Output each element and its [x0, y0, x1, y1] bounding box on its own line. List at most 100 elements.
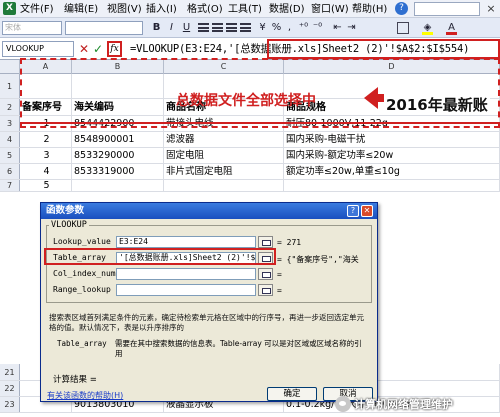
help-search-input[interactable]: [414, 2, 480, 16]
cell-c7[interactable]: [164, 180, 284, 191]
borders-icon[interactable]: [397, 22, 409, 34]
row-header[interactable]: 1: [0, 74, 20, 98]
menu-file[interactable]: 文件(F): [20, 3, 54, 16]
table-row: 3 1 8544422900 带接头电线 耐压80-1000V,11-22g: [0, 116, 500, 132]
fill-color-swatch: [422, 32, 433, 35]
table-row: 4 2 8548900001 滤波器 国内采购-电磁干扰: [0, 132, 500, 148]
font-color-icon[interactable]: A: [445, 21, 458, 35]
help-question-icon[interactable]: ?: [395, 2, 408, 15]
dialog-close-icon[interactable]: ✕: [361, 205, 373, 217]
cell-a4[interactable]: 2: [20, 132, 72, 147]
cell-d5[interactable]: 国内采购-额定功率≤20w: [284, 148, 500, 163]
formula-bar: VLOOKUP ✕ ✓ fx =VLOOKUP(E3:E24,'[总数据账册.x…: [0, 38, 500, 60]
ok-button[interactable]: 确定: [267, 387, 317, 401]
menu-format[interactable]: 格式(O): [187, 3, 223, 16]
range-lookup-input[interactable]: [116, 284, 256, 296]
collapse-dialog-icon[interactable]: [258, 268, 273, 280]
cell-b7[interactable]: [72, 180, 164, 191]
font-color-swatch: [446, 32, 457, 35]
cell-b4[interactable]: 8548900001: [72, 132, 164, 147]
underline-button[interactable]: U: [180, 21, 193, 35]
row-header[interactable]: 4: [0, 132, 20, 147]
row-header[interactable]: 21: [0, 364, 20, 380]
increase-indent-icon[interactable]: ⇥: [345, 21, 358, 35]
align-left-icon[interactable]: [198, 23, 209, 32]
menu-window[interactable]: 窗口(W): [311, 3, 349, 16]
cell-d4[interactable]: 国内采购-电磁干扰: [284, 132, 500, 147]
comma-button[interactable]: ,: [283, 21, 296, 35]
col-index-input[interactable]: [116, 268, 256, 280]
menu-bar: X 文件(F) 编辑(E) 视图(V) 插入(I) 格式(O) 工具(T) 数据…: [0, 0, 500, 18]
function-help-link[interactable]: 有关该函数的帮助(H): [47, 390, 123, 401]
excel-app-icon[interactable]: X: [3, 2, 16, 15]
menu-data[interactable]: 数据(D): [269, 3, 305, 16]
font-size-select[interactable]: [65, 21, 143, 35]
cell-a6[interactable]: 4: [20, 164, 72, 179]
enter-formula-icon[interactable]: ✓: [93, 41, 105, 57]
table-row: 5 3 8533290000 固定电阻 国内采购-额定功率≤20w: [0, 148, 500, 164]
row-header[interactable]: 5: [0, 148, 20, 163]
align-center-icon[interactable]: [212, 23, 223, 32]
function-description: 搜索表区域首列满足条件的元素，确定待检索单元格在区域中的行序号，再进一步返回选定…: [49, 313, 364, 332]
cell-c5[interactable]: 固定电阻: [164, 148, 284, 163]
collapse-dialog-icon[interactable]: [258, 284, 273, 296]
percent-button[interactable]: %: [270, 21, 283, 35]
menu-view[interactable]: 视图(V): [107, 3, 142, 16]
dialog-title[interactable]: 函数参数: [41, 203, 377, 219]
cell-b5[interactable]: 8533290000: [72, 148, 164, 163]
row-header[interactable]: 7: [0, 180, 20, 191]
cell-a5[interactable]: 3: [20, 148, 72, 163]
fill-color-icon[interactable]: ◈: [421, 21, 434, 35]
insert-function-icon[interactable]: fx: [107, 41, 122, 57]
increase-decimal-icon[interactable]: ⁺⁰: [297, 21, 310, 35]
menu-tools[interactable]: 工具(T): [228, 3, 262, 16]
select-all-corner[interactable]: [0, 60, 20, 74]
row-header[interactable]: 3: [0, 116, 20, 131]
menu-insert[interactable]: 插入(I): [146, 3, 177, 16]
formatting-toolbar: 宋体 B I U ¥ % , ⁺⁰ ⁻⁰ ⇤ ⇥ ◈ A: [0, 18, 500, 38]
align-right-icon[interactable]: [226, 23, 237, 32]
wechat-icon: [335, 396, 351, 412]
table-row: 6 4 8533319000 非片式固定电阻 额定功率≤20w,单重≤10g: [0, 164, 500, 180]
cell-b6[interactable]: 8533319000: [72, 164, 164, 179]
merge-center-icon[interactable]: [240, 23, 251, 32]
column-header-c[interactable]: C: [164, 60, 284, 74]
row-header[interactable]: 22: [0, 381, 20, 396]
arg-label-range-lookup: Range_lookup: [53, 285, 111, 294]
collapse-dialog-icon[interactable]: [258, 252, 273, 264]
cell-c4[interactable]: 滤波器: [164, 132, 284, 147]
arg-result-range-lookup: =: [277, 286, 282, 295]
table-array-input[interactable]: '[总数据账册.xls]Sheet2 (2)'!$A$: [116, 252, 256, 264]
bold-button[interactable]: B: [150, 21, 163, 35]
cell-a1[interactable]: [20, 74, 72, 98]
cell-b1[interactable]: [72, 74, 164, 98]
column-header-a[interactable]: A: [20, 60, 72, 74]
cell-a2[interactable]: 备案序号: [20, 99, 72, 115]
row-header[interactable]: 6: [0, 164, 20, 179]
dialog-help-icon[interactable]: ?: [347, 205, 359, 217]
menu-help[interactable]: 帮助(H): [352, 3, 387, 16]
document-close-icon[interactable]: ×: [484, 2, 498, 16]
font-name-select[interactable]: 宋体: [2, 21, 62, 35]
column-header-d[interactable]: D: [284, 60, 500, 74]
decrease-indent-icon[interactable]: ⇤: [331, 21, 344, 35]
watermark-text: 计算机网络管理维护: [354, 398, 453, 411]
function-arguments-dialog: 函数参数 ? ✕ VLOOKUP Lookup_value E3:E24 = 2…: [40, 202, 378, 402]
cell-a7[interactable]: 5: [20, 180, 72, 191]
column-header-b[interactable]: B: [72, 60, 164, 74]
cell-b2[interactable]: 海关编码: [72, 99, 164, 115]
cell-d7[interactable]: [284, 180, 500, 191]
cell-d6[interactable]: 额定功率≤20w,单重≤10g: [284, 164, 500, 179]
cell-c6[interactable]: 非片式固定电阻: [164, 164, 284, 179]
menu-edit[interactable]: 编辑(E): [64, 3, 98, 16]
currency-button[interactable]: ¥: [256, 21, 269, 35]
name-box[interactable]: VLOOKUP: [2, 41, 74, 57]
cancel-formula-icon[interactable]: ✕: [79, 41, 91, 57]
lookup-value-input[interactable]: E3:E24: [116, 236, 256, 248]
collapse-dialog-icon[interactable]: [258, 236, 273, 248]
formula-highlight-box: [267, 39, 500, 59]
row-header[interactable]: 2: [0, 99, 20, 115]
row-header[interactable]: 23: [0, 397, 20, 412]
italic-button[interactable]: I: [165, 21, 178, 35]
decrease-decimal-icon[interactable]: ⁻⁰: [311, 21, 324, 35]
